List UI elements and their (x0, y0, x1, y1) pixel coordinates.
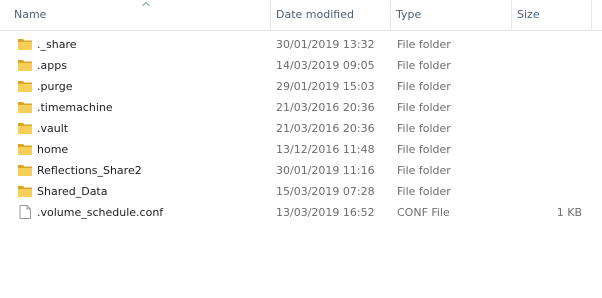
file-name: ._share (37, 38, 77, 51)
file-row[interactable]: .volume_schedule.conf 13/03/2019 16:52 C… (0, 202, 602, 223)
folder-icon (18, 144, 32, 155)
file-name: .volume_schedule.conf (37, 206, 164, 219)
folder-icon (18, 39, 32, 50)
column-header-type[interactable]: Type (390, 0, 511, 30)
file-date-modified: 14/03/2019 09:05 (276, 59, 375, 72)
file-date-modified: 13/03/2019 16:52 (276, 206, 375, 219)
folder-icon (18, 165, 32, 176)
file-date-modified: 30/01/2019 11:16 (276, 164, 375, 177)
folder-icon (18, 60, 32, 71)
file-date-modified: 13/12/2016 11:48 (276, 143, 375, 156)
file-row[interactable]: Shared_Data 15/03/2019 07:28 File folder (0, 181, 602, 202)
file-row[interactable]: Reflections_Share2 30/01/2019 11:16 File… (0, 160, 602, 181)
file-type: CONF File (397, 206, 450, 219)
file-date-modified: 15/03/2019 07:28 (276, 185, 375, 198)
file-type: File folder (397, 164, 451, 177)
column-header-date-label: Date modified (276, 8, 354, 21)
file-name: .timemachine (37, 101, 113, 114)
file-name: .apps (37, 59, 67, 72)
file-name: .vault (37, 122, 69, 135)
file-row[interactable]: ._share 30/01/2019 13:32 File folder (0, 34, 602, 55)
column-header-size-label: Size (517, 8, 540, 21)
folder-icon (18, 123, 32, 134)
column-header-type-label: Type (396, 8, 422, 21)
file-type: File folder (397, 38, 451, 51)
column-header-bar: Name Date modified Type Size (0, 0, 602, 31)
folder-icon (18, 81, 32, 92)
file-explorer-view: Name Date modified Type Size ._share 30/… (0, 0, 602, 298)
column-header-size[interactable]: Size (511, 0, 591, 30)
file-row[interactable]: .purge 29/01/2019 15:03 File folder (0, 76, 602, 97)
file-type: File folder (397, 80, 451, 93)
file-list: ._share 30/01/2019 13:32 File folder .ap… (0, 34, 602, 223)
folder-icon (18, 102, 32, 113)
file-row[interactable]: home 13/12/2016 11:48 File folder (0, 139, 602, 160)
file-type: File folder (397, 101, 451, 114)
file-type: File folder (397, 143, 451, 156)
file-type: File folder (397, 122, 451, 135)
column-divider[interactable] (591, 0, 592, 30)
file-size: 1 KB (556, 206, 582, 219)
file-name: .purge (37, 80, 73, 93)
file-name: home (37, 143, 69, 156)
column-header-name[interactable]: Name (8, 0, 270, 30)
file-date-modified: 21/03/2016 20:36 (276, 101, 375, 114)
file-type: File folder (397, 59, 451, 72)
file-name: Shared_Data (37, 185, 108, 198)
file-date-modified: 29/01/2019 15:03 (276, 80, 375, 93)
file-row[interactable]: .timemachine 21/03/2016 20:36 File folde… (0, 97, 602, 118)
file-row[interactable]: .apps 14/03/2019 09:05 File folder (0, 55, 602, 76)
file-date-modified: 30/01/2019 13:32 (276, 38, 375, 51)
file-type: File folder (397, 185, 451, 198)
sort-ascending-icon (142, 1, 150, 7)
column-header-name-label: Name (14, 8, 47, 21)
column-header-date-modified[interactable]: Date modified (270, 0, 390, 30)
folder-icon (18, 186, 32, 197)
file-row[interactable]: .vault 21/03/2016 20:36 File folder (0, 118, 602, 139)
file-date-modified: 21/03/2016 20:36 (276, 122, 375, 135)
document-icon (19, 205, 31, 219)
file-name: Reflections_Share2 (37, 164, 142, 177)
